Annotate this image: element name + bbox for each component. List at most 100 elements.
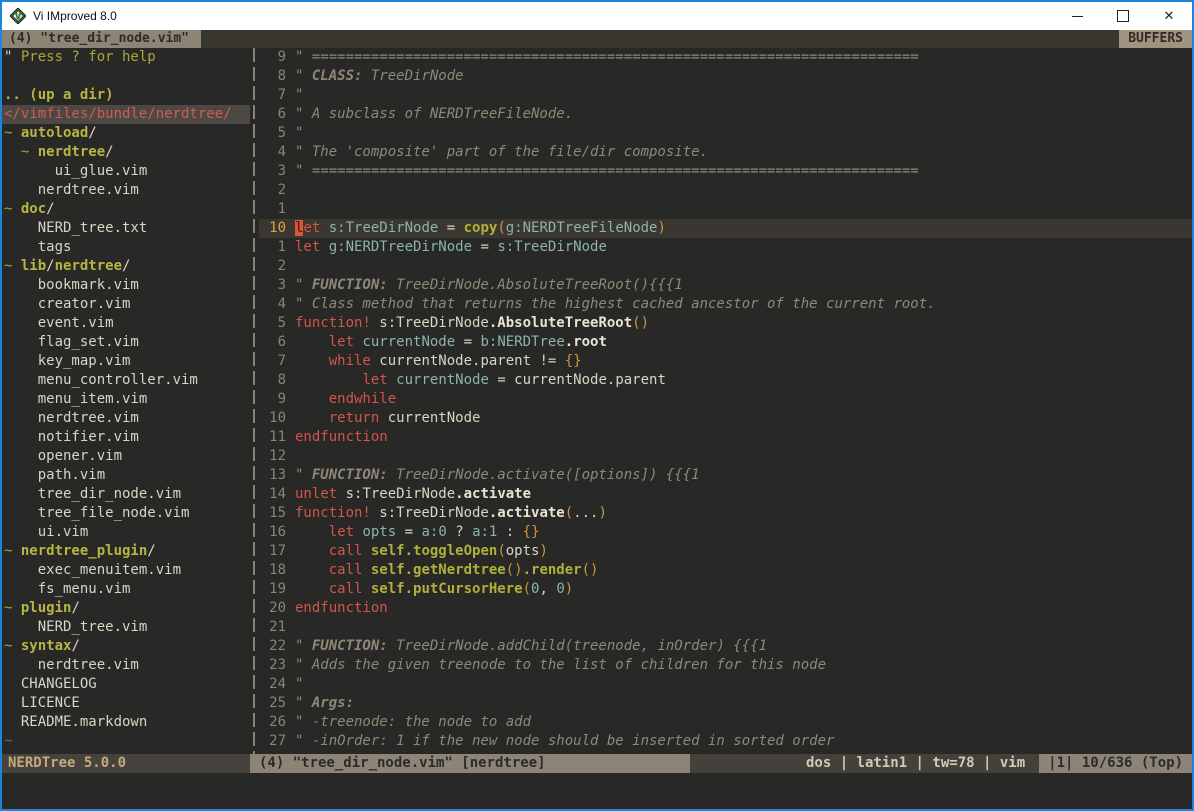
tree-item[interactable]: menu_item.vim [4,390,250,409]
code-line[interactable]: 11endfunction [259,428,1192,447]
tree-item[interactable]: README.markdown [4,713,250,732]
tree-item[interactable]: ~ nerdtree_plugin/ [4,542,250,561]
tree-item[interactable]: ui_glue.vim [4,162,250,181]
tree-item[interactable]: tags [4,238,250,257]
tree-item[interactable]: flag_set.vim [4,333,250,352]
tree-item[interactable]: opener.vim [4,447,250,466]
code-line[interactable]: 4" The 'composite' part of the file/dir … [259,143,1192,162]
tree-root-item[interactable]: </vimfiles/bundle/nerdtree/ [2,105,250,124]
code-line[interactable]: 18 call self.getNerdtree().render() [259,561,1192,580]
code-line[interactable]: 27" -inOrder: 1 if the new node should b… [259,732,1192,751]
tree-item[interactable]: exec_menuitem.vim [4,561,250,580]
tree-item[interactable]: ~ nerdtree/ [4,143,250,162]
code-line[interactable]: 14unlet s:TreeDirNode.activate [259,485,1192,504]
tree-item[interactable]: bookmark.vim [4,276,250,295]
tree-item[interactable]: NERD_tree.txt [4,219,250,238]
code-line[interactable]: 1let g:NERDTreeDirNode = s:TreeDirNode [259,238,1192,257]
tree-item[interactable]: " Press ? for help [4,48,250,67]
code-segment: " A subclass of NERDTreeFileNode. [295,106,573,122]
window-title: Vi IMproved 8.0 [33,9,117,23]
code-line[interactable]: 3" =====================================… [259,162,1192,181]
code-line[interactable]: 3" FUNCTION: TreeDirNode.AbsoluteTreeRoo… [259,276,1192,295]
code-line[interactable]: 26" -treenode: the node to add [259,713,1192,732]
code-segment: / [71,600,79,616]
tree-item[interactable]: nerdtree.vim [4,181,250,200]
code-line-cursor[interactable]: 10let s:TreeDirNode = copy(g:NERDTreeFil… [259,219,1192,238]
tree-item[interactable]: ~ plugin/ [4,599,250,618]
code-line[interactable]: 10 return currentNode [259,409,1192,428]
code-line[interactable]: 9" =====================================… [259,48,1192,67]
code-line[interactable]: 24" [259,675,1192,694]
code-editor: 9" =====================================… [259,48,1192,754]
code-line[interactable]: 8" CLASS: TreeDirNode [259,67,1192,86]
tree-item[interactable]: event.vim [4,314,250,333]
code-line[interactable]: 15function! s:TreeDirNode.activate(...) [259,504,1192,523]
line-number: 17 [259,542,286,561]
code-segment: , [539,581,556,597]
tree-item[interactable]: ~ autoload/ [4,124,250,143]
command-line[interactable] [2,773,1192,809]
code-line[interactable]: 7 while currentNode.parent != {} [259,352,1192,371]
tree-item[interactable]: key_map.vim [4,352,250,371]
line-number: 3 [259,276,286,295]
code-line[interactable]: 20endfunction [259,599,1192,618]
code-line[interactable]: 6" A subclass of NERDTreeFileNode. [259,105,1192,124]
code-segment: TreeDirNode.addChild(treenode, inOrder) … [388,638,767,654]
tree-item[interactable]: ui.vim [4,523,250,542]
code-segment: NERD_tree.vim [4,619,147,635]
code-line[interactable]: 7" [259,86,1192,105]
tree-item[interactable]: nerdtree.vim [4,409,250,428]
tree-item[interactable]: ~ [4,732,250,751]
tree-item[interactable]: menu_controller.vim [4,371,250,390]
tree-item[interactable]: tree_file_node.vim [4,504,250,523]
code-line[interactable]: 1 [259,200,1192,219]
code-line[interactable]: 12 [259,447,1192,466]
code-line[interactable]: 8 let currentNode = currentNode.parent [259,371,1192,390]
close-button[interactable]: ✕ [1146,2,1192,30]
tree-item[interactable]: ~ lib/nerdtree/ [4,257,250,276]
code-line[interactable]: 5" [259,124,1192,143]
code-segment: let [329,524,354,540]
code-segment: () [632,315,649,331]
maximize-button[interactable] [1100,2,1146,30]
code-line[interactable]: 5function! s:TreeDirNode.AbsoluteTreeRoo… [259,314,1192,333]
code-line[interactable]: 16 let opts = a:0 ? a:1 : {} [259,523,1192,542]
code-segment: ( [565,505,573,521]
line-number: 6 [259,333,286,352]
minimize-icon [1072,16,1083,17]
line-number: 8 [259,371,286,390]
tree-item[interactable]: .. (up a dir) [4,86,250,105]
window-separator[interactable] [250,48,259,754]
code-line[interactable]: 9 endwhile [259,390,1192,409]
code-line[interactable]: 19 call self.putCursorHere(0, 0) [259,580,1192,599]
tree-item[interactable]: NERD_tree.vim [4,618,250,637]
code-line[interactable]: 22" FUNCTION: TreeDirNode.addChild(treen… [259,637,1192,656]
code-line[interactable]: 17 call self.toggleOpen(opts) [259,542,1192,561]
tree-item[interactable]: tree_dir_node.vim [4,485,250,504]
code-segment: " [4,49,21,65]
code-segment: .AbsoluteTreeRoot [489,315,632,331]
minimize-button[interactable] [1054,2,1100,30]
code-line[interactable]: 13" FUNCTION: TreeDirNode.activate([opti… [259,466,1192,485]
code-line[interactable]: 23" Adds the given treenode to the list … [259,656,1192,675]
tree-item[interactable]: CHANGELOG [4,675,250,694]
code-segment: return [329,410,380,426]
tree-item[interactable]: ~ doc/ [4,200,250,219]
code-line[interactable]: 4" Class method that returns the highest… [259,295,1192,314]
code-segment: TreeDirNode.AbsoluteTreeRoot(){{{1 [388,277,683,293]
code-segment: " ======================================… [295,49,919,65]
code-line[interactable]: 2 [259,257,1192,276]
tree-item[interactable]: path.vim [4,466,250,485]
tree-item[interactable]: notifier.vim [4,428,250,447]
tree-item[interactable]: ~ syntax/ [4,637,250,656]
code-line[interactable]: 25" Args: [259,694,1192,713]
tree-item[interactable]: nerdtree.vim [4,656,250,675]
code-line[interactable]: 2 [259,181,1192,200]
code-line[interactable]: 6 let currentNode = b:NERDTree.root [259,333,1192,352]
tree-item[interactable]: creator.vim [4,295,250,314]
code-line[interactable]: 21 [259,618,1192,637]
tree-item[interactable]: fs_menu.vim [4,580,250,599]
code-segment: self.getNerdtree [371,562,506,578]
buffer-tab-tree-dir-node[interactable]: (4) "tree_dir_node.vim" [2,30,201,48]
tree-item[interactable]: LICENCE [4,694,250,713]
